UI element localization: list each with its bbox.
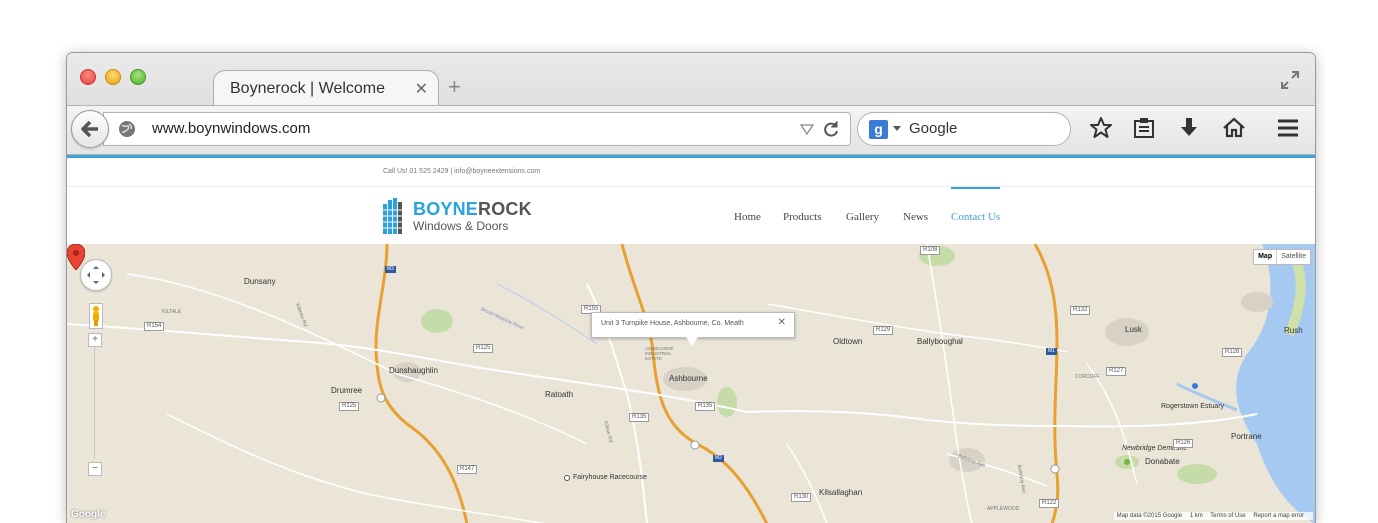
browser-chrome: Boynerock | Welcome ✕ + www.boynwindows.…: [67, 53, 1315, 155]
logo-subtitle: Windows & Doors: [413, 219, 509, 233]
street-view-pegman[interactable]: [89, 303, 103, 329]
google-map[interactable]: Dunsany KILTALE Dunshaughlin Drumree Rat…: [67, 244, 1315, 523]
chevron-down-icon[interactable]: [893, 126, 901, 131]
window-close-button[interactable]: [80, 69, 96, 85]
nav-products[interactable]: Products: [783, 211, 822, 223]
map-road-label: R125: [339, 402, 360, 411]
map-road-label: M2: [713, 455, 724, 462]
map-road-label: R125: [473, 344, 494, 353]
map-place-label: Dunsany: [244, 277, 276, 286]
map-type-satellite-button[interactable]: Satellite: [1276, 250, 1310, 264]
nav-home[interactable]: Home: [734, 211, 761, 223]
info-window-close-icon[interactable]: ✕: [778, 317, 786, 328]
logo-building-icon: [383, 198, 402, 234]
tab-close-icon[interactable]: ✕: [415, 79, 428, 99]
history-dropdown-icon[interactable]: [800, 122, 814, 136]
map-road-label: M3: [385, 266, 396, 273]
nav-active-indicator: [951, 187, 1000, 189]
map-info-window: Unit 3 Turnpike House, Ashbourne, Co. Me…: [591, 312, 795, 346]
zoom-out-button[interactable]: −: [88, 462, 102, 476]
map-place-label: Dunshaughlin: [389, 366, 438, 375]
map-road-label: R130: [791, 493, 812, 502]
info-window-address: Unit 3 Turnpike House, Ashbourne, Co. Me…: [601, 320, 744, 327]
reading-list-icon[interactable]: [1132, 116, 1156, 140]
map-marker-icon[interactable]: [67, 244, 85, 270]
map-road-label: R135: [629, 413, 650, 422]
google-logo: Google: [71, 509, 106, 520]
map-place-label: Ratoath: [545, 390, 574, 399]
new-tab-button[interactable]: +: [448, 74, 461, 100]
map-place-label: Rush: [1284, 326, 1303, 335]
window-minimize-button[interactable]: [105, 69, 121, 85]
logo-text-rock: ROCK: [478, 199, 532, 219]
map-road-label: R128: [1222, 348, 1243, 357]
zoom-slider[interactable]: [94, 347, 95, 459]
fullscreen-icon[interactable]: [1279, 69, 1301, 91]
map-road-label: R126: [1173, 439, 1194, 448]
map-place-label: Drumree: [331, 386, 363, 395]
pan-arrows-icon: [87, 266, 105, 284]
map-road-label: R108: [920, 246, 941, 255]
nav-news[interactable]: News: [903, 211, 928, 223]
browser-window: Boynerock | Welcome ✕ + www.boynwindows.…: [66, 52, 1316, 523]
map-place-label: Lusk: [1125, 325, 1142, 334]
map-road-label: R122: [1039, 499, 1060, 508]
globe-icon: [119, 121, 135, 137]
url-bar[interactable]: www.boynwindows.com: [103, 112, 851, 146]
star-icon[interactable]: [1089, 116, 1113, 140]
map-road-label: M1: [1046, 348, 1057, 355]
site-header: Call Us! 01 525 2429 | info@boyneextensi…: [67, 158, 1315, 244]
back-button[interactable]: [71, 110, 109, 148]
map-road-label: R135: [695, 402, 716, 411]
map-place-label: CORDUFF: [1075, 374, 1100, 380]
zoom-in-button[interactable]: +: [88, 333, 102, 347]
contact-topbar: Call Us! 01 525 2429 | info@boyneextensi…: [383, 168, 541, 175]
map-road-label: R127: [1106, 367, 1127, 376]
header-divider: [67, 186, 1315, 187]
map-type-control: Map Satellite: [1253, 249, 1311, 265]
nav-contact-us[interactable]: Contact Us: [951, 211, 1000, 223]
map-road-label: R154: [144, 322, 165, 331]
logo-text: BOYNEROCK: [413, 199, 532, 220]
map-place-label: Portrane: [1231, 432, 1262, 441]
map-place-label: KILTALE: [162, 309, 182, 315]
nav-gallery[interactable]: Gallery: [846, 211, 879, 223]
site-logo[interactable]: BOYNEROCK Windows & Doors: [383, 198, 532, 239]
google-icon[interactable]: g: [869, 120, 888, 139]
map-type-map-button[interactable]: Map: [1254, 250, 1276, 264]
reload-icon[interactable]: [822, 120, 840, 138]
map-place-label: Kilsallaghan: [819, 488, 863, 497]
nav-toolbar: www.boynwindows.com g Google: [67, 106, 1315, 155]
tab-title: Boynerock | Welcome: [230, 80, 386, 97]
url-text[interactable]: www.boynwindows.com: [152, 120, 310, 137]
map-place-label: Oldtown: [833, 337, 863, 346]
menu-icon[interactable]: [1276, 116, 1300, 140]
map-road-label: R129: [873, 326, 894, 335]
back-arrow-icon: [81, 120, 98, 138]
map-road-label: R132: [1070, 306, 1091, 315]
logo-text-boyne: BOYNE: [413, 199, 479, 219]
search-bar[interactable]: g Google: [857, 112, 1071, 146]
home-icon[interactable]: [1222, 116, 1246, 140]
info-window-tail: [686, 337, 698, 346]
map-place-label: Ashbourne: [669, 374, 708, 383]
map-road-label: R147: [457, 465, 478, 474]
map-place-label: Donabate: [1145, 457, 1180, 466]
map-place-label: Rogerstown Estuary: [1161, 403, 1225, 410]
map-place-label: APPLEWOOD: [987, 506, 1020, 512]
pegman-icon: [93, 306, 99, 326]
window-maximize-button[interactable]: [130, 69, 146, 85]
search-input[interactable]: Google: [909, 120, 957, 137]
tab-active[interactable]: Boynerock | Welcome ✕: [213, 70, 439, 107]
map-place-label: ASHBOURNE INDUSTRIAL ESTATE: [645, 346, 674, 361]
map-place-label: Fairyhouse Racecourse: [573, 474, 647, 481]
download-icon[interactable]: [1177, 116, 1201, 140]
map-place-label: Ballyboughal: [917, 337, 963, 346]
map-attribution: Map data ©2015 Google 1 km Terms of Use …: [1113, 512, 1313, 520]
